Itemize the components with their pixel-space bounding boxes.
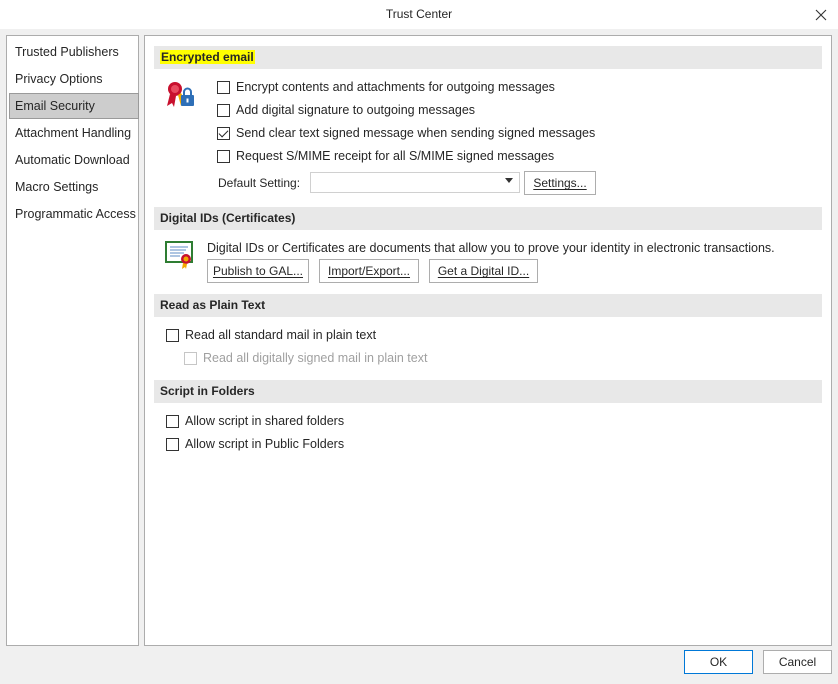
sidebar-item-privacy-options[interactable]: Privacy Options — [7, 66, 138, 93]
option-clear-text-signed[interactable]: Send clear text signed message when send… — [217, 124, 595, 142]
option-script-shared-folders[interactable]: Allow script in shared folders — [166, 412, 344, 430]
sidebar-item-trusted-publishers[interactable]: Trusted Publishers — [7, 39, 138, 66]
sidebar-item-automatic-download[interactable]: Automatic Download — [7, 147, 138, 174]
sidebar: Trusted Publishers Privacy Options Email… — [6, 35, 139, 646]
section-header-encrypted-email: Encrypted email — [154, 46, 822, 69]
close-icon — [815, 9, 827, 20]
certificate-lock-icon — [167, 82, 194, 107]
close-button[interactable] — [804, 0, 838, 29]
ok-button[interactable]: OK — [684, 650, 753, 674]
sidebar-item-macro-settings[interactable]: Macro Settings — [7, 174, 138, 201]
encrypt-contents-checkbox[interactable] — [217, 80, 230, 94]
option-read-signed-plain-text[interactable]: Read all digitally signed mail in plain … — [184, 349, 427, 367]
encrypt-contents-label: Encrypt contents and attachments for out… — [236, 80, 555, 94]
get-digital-id-button[interactable]: Get a Digital ID... — [429, 259, 538, 283]
option-read-plain-text[interactable]: Read all standard mail in plain text — [166, 326, 376, 344]
script-shared-folders-checkbox[interactable] — [166, 414, 179, 428]
smime-receipt-checkbox[interactable] — [217, 149, 230, 163]
clear-text-signed-label: Send clear text signed message when send… — [236, 126, 596, 140]
publish-to-gal-button[interactable]: Publish to GAL... — [207, 259, 309, 283]
sidebar-item-attachment-handling[interactable]: Attachment Handling — [7, 120, 138, 147]
sidebar-item-programmatic-access[interactable]: Programmatic Access — [7, 201, 138, 228]
add-signature-label: Add digital signature to outgoing messag… — [236, 103, 476, 117]
option-add-signature[interactable]: Add digital signature to outgoing messag… — [217, 101, 475, 119]
default-setting-label: Default Setting: — [218, 176, 301, 190]
chevron-down-icon — [505, 178, 513, 183]
add-signature-checkbox[interactable] — [217, 103, 230, 117]
option-script-public-folders[interactable]: Allow script in Public Folders — [166, 435, 344, 453]
title-bar: Trust Center — [0, 0, 838, 29]
section-header-digital-ids: Digital IDs (Certificates) — [154, 207, 822, 230]
script-shared-folders-label: Allow script in shared folders — [185, 414, 345, 428]
certificate-icon — [165, 241, 193, 269]
option-encrypt-contents[interactable]: Encrypt contents and attachments for out… — [217, 78, 555, 96]
script-public-folders-checkbox[interactable] — [166, 437, 179, 451]
read-plain-text-label: Read all standard mail in plain text — [185, 328, 377, 342]
script-public-folders-label: Allow script in Public Folders — [185, 437, 345, 451]
read-signed-plain-text-checkbox[interactable] — [184, 351, 197, 365]
settings-button[interactable]: Settings... — [524, 171, 596, 195]
clear-text-signed-checkbox[interactable] — [217, 126, 230, 140]
import-export-button[interactable]: Import/Export... — [319, 259, 419, 283]
window-title: Trust Center — [385, 7, 453, 21]
section-header-script-folders: Script in Folders — [154, 380, 822, 403]
main-panel: Encrypted email Encrypt contents and att… — [144, 35, 832, 646]
default-setting-select[interactable] — [310, 172, 520, 193]
option-smime-receipt[interactable]: Request S/MIME receipt for all S/MIME si… — [217, 147, 554, 165]
digital-ids-description: Digital IDs or Certificates are document… — [207, 241, 775, 255]
section-header-plain-text: Read as Plain Text — [154, 294, 822, 317]
sidebar-item-email-security[interactable]: Email Security — [9, 93, 139, 119]
read-plain-text-checkbox[interactable] — [166, 328, 179, 342]
smime-receipt-label: Request S/MIME receipt for all S/MIME si… — [236, 149, 555, 163]
encrypted-email-title: Encrypted email — [160, 50, 255, 64]
cancel-button[interactable]: Cancel — [763, 650, 832, 674]
read-signed-plain-text-label: Read all digitally signed mail in plain … — [203, 351, 428, 365]
